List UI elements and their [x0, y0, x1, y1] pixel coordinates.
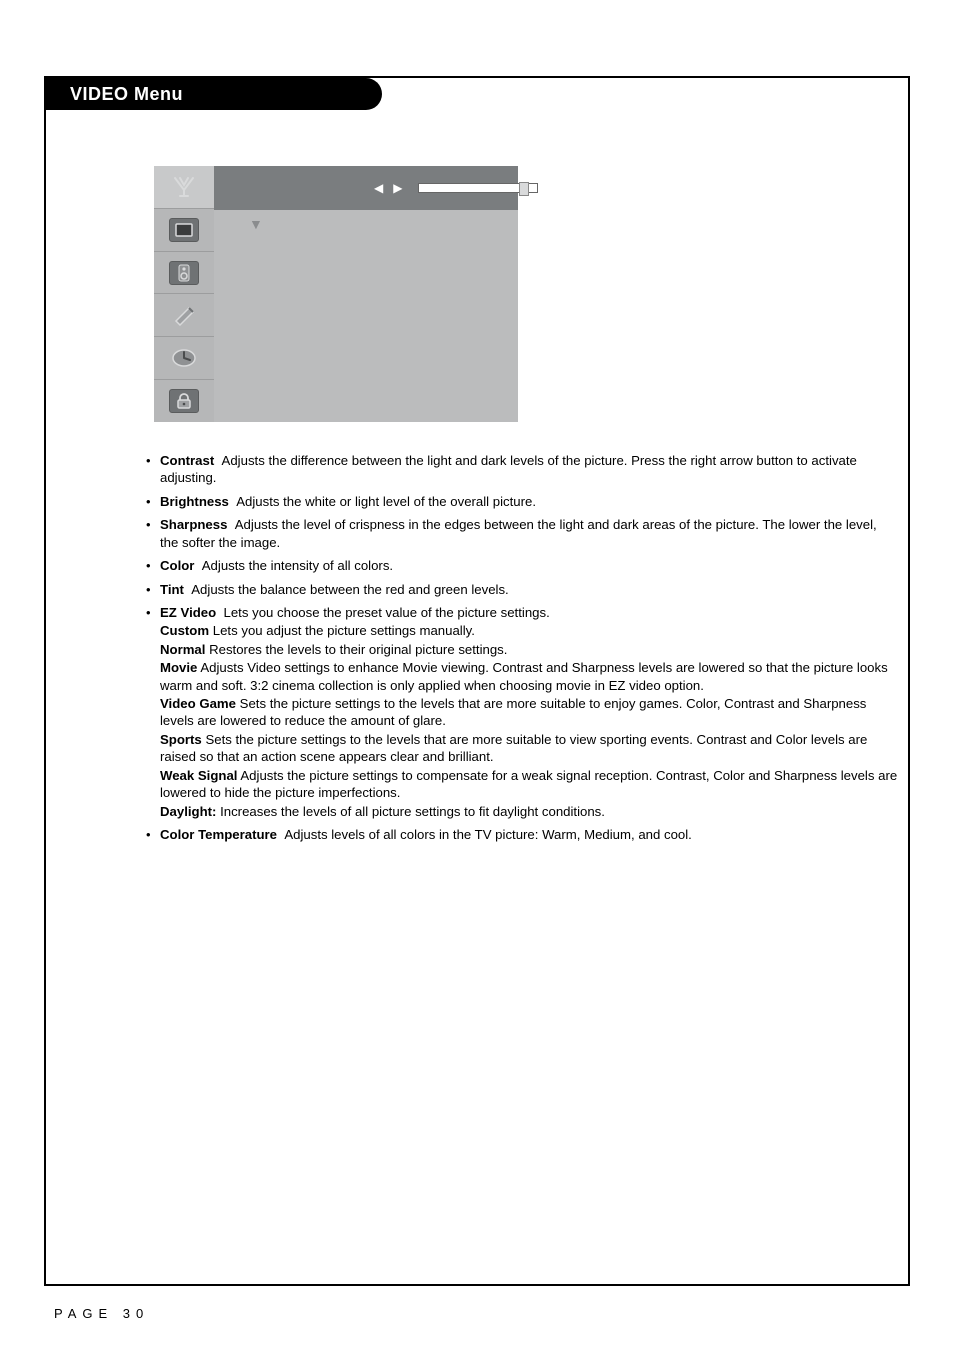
sub-term: Video Game — [160, 696, 236, 711]
antenna-icon — [171, 176, 197, 198]
osd-panel: ◀ ▶ ▼ — [154, 166, 518, 422]
list-item: Color Temperature Adjusts levels of all … — [146, 826, 898, 843]
osd-tab-audio[interactable] — [154, 252, 214, 295]
sub-desc: Increases the levels of all picture sett… — [220, 804, 605, 819]
desc: Adjusts the balance between the red and … — [191, 582, 508, 597]
osd-tab-timer[interactable] — [154, 337, 214, 380]
list-item: EZ Video Lets you choose the preset valu… — [146, 604, 898, 820]
osd-body — [214, 210, 518, 422]
list-item: Contrast Adjusts the difference between … — [146, 452, 898, 487]
desc: Adjusts the white or light level of the … — [236, 494, 536, 509]
sub-term: Movie — [160, 660, 197, 675]
osd-tab-video[interactable] — [154, 209, 214, 252]
desc: Adjusts the difference between the light… — [160, 453, 857, 485]
sub-term: Daylight: — [160, 804, 216, 819]
sub-desc: Sets the picture settings to the levels … — [160, 732, 867, 764]
left-arrow-icon[interactable]: ◀ — [374, 181, 383, 195]
list-item: Color Adjusts the intensity of all color… — [146, 557, 898, 574]
desc: Adjusts the level of crispness in the ed… — [160, 517, 877, 549]
term: Contrast — [160, 453, 214, 468]
term: Brightness — [160, 494, 229, 509]
pen-icon — [171, 304, 197, 326]
list-item: Tint Adjusts the balance between the red… — [146, 581, 898, 598]
desc: Adjusts levels of all colors in the TV p… — [284, 827, 692, 842]
list-item: Brightness Adjusts the white or light le… — [146, 493, 898, 510]
osd-sidebar — [154, 166, 214, 422]
page-number: PAGE 30 — [54, 1306, 149, 1321]
osd-top-row: ◀ ▶ — [214, 166, 518, 210]
osd-tab-setup[interactable] — [154, 294, 214, 337]
sub-term: Sports — [160, 732, 202, 747]
value-slider[interactable] — [418, 183, 538, 193]
section-title: VIDEO Menu — [70, 84, 183, 105]
sub-desc: Restores the levels to their original pi… — [209, 642, 507, 657]
sub-desc: Sets the picture settings to the levels … — [160, 696, 866, 728]
term: Tint — [160, 582, 184, 597]
sub-desc: Adjusts the picture settings to compensa… — [160, 768, 897, 800]
desc: Adjusts the intensity of all colors. — [202, 558, 393, 573]
sub-desc: Lets you adjust the picture settings man… — [213, 623, 475, 638]
term: Color — [160, 558, 194, 573]
term: EZ Video — [160, 605, 216, 620]
tv-icon — [169, 218, 199, 242]
list-item: Sharpness Adjusts the level of crispness… — [146, 516, 898, 551]
osd-tab-antenna[interactable] — [154, 166, 214, 209]
section-header: VIDEO Menu — [44, 78, 382, 110]
sub-desc: Adjusts Video settings to enhance Movie … — [160, 660, 888, 692]
down-arrow-icon[interactable]: ▼ — [249, 216, 263, 232]
osd-tab-lock[interactable] — [154, 380, 214, 422]
slider-thumb[interactable] — [519, 182, 529, 196]
sub-term: Normal — [160, 642, 205, 657]
lock-icon — [169, 389, 199, 413]
clock-icon — [170, 348, 198, 368]
speaker-icon — [169, 261, 199, 285]
sub-term: Weak Signal — [160, 768, 237, 783]
right-arrow-icon[interactable]: ▶ — [393, 181, 402, 195]
desc: Lets you choose the preset value of the … — [224, 605, 550, 620]
term: Sharpness — [160, 517, 227, 532]
content-area: Contrast Adjusts the difference between … — [146, 452, 898, 849]
term: Color Temperature — [160, 827, 277, 842]
sub-term: Custom — [160, 623, 209, 638]
